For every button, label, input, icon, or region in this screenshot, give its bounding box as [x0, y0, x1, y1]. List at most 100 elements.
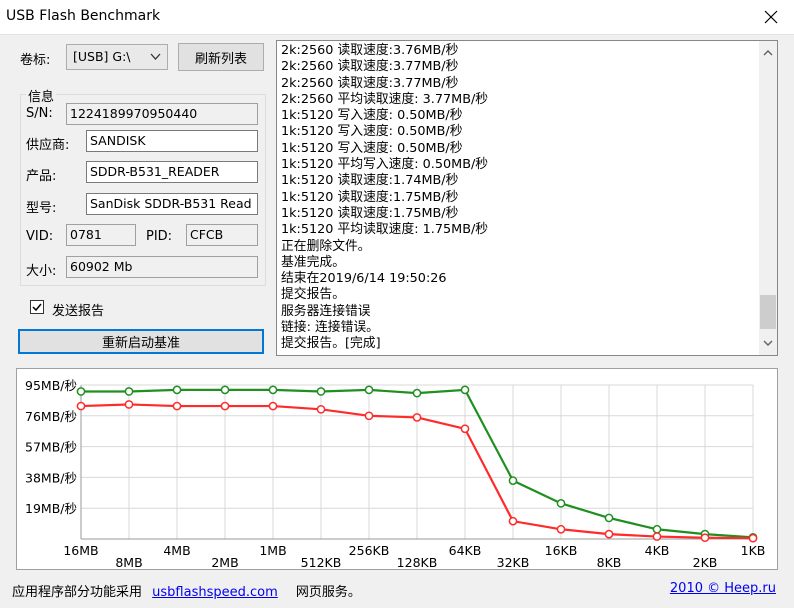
speed-chart: 95MB/秒 76MB/秒 57MB/秒 38MB/秒 19MB/秒 16MB 8MB 4MB… — [16, 368, 778, 570]
chevron-down-icon — [150, 53, 161, 60]
data-point — [700, 533, 710, 543]
x-tick-label: 2KB — [693, 555, 718, 569]
data-point — [556, 524, 566, 534]
footer-text: 应用程序部分功能采用 — [12, 585, 143, 600]
log-line: 服务器连接错误 — [281, 303, 371, 319]
x-tick-label: 256KB — [349, 543, 390, 558]
window-title: USB Flash Benchmark — [6, 8, 161, 24]
model-field[interactable]: SanDisk SDDR-B531 Read — [86, 193, 258, 215]
log-line: 提交报告。 — [281, 287, 345, 303]
x-tick-label: 128KB — [397, 555, 438, 569]
log-line: 1k:5120 平均写入速度: 0.50MB/秒 — [281, 157, 489, 173]
log-line: 2k:2560 读取速度:3.77MB/秒 — [281, 59, 459, 75]
product-label: 产品: — [26, 169, 57, 184]
size-label: 大小: — [26, 264, 57, 279]
log-line: 2k:2560 读取速度:3.76MB/秒 — [281, 43, 459, 58]
scroll-down-icon[interactable] — [762, 337, 774, 349]
data-point — [316, 404, 326, 414]
title-bar: USB Flash Benchmark — [0, 0, 794, 35]
model-label: 型号: — [26, 201, 57, 216]
volume-select-value: [USB] G:\ — [73, 49, 131, 64]
volume-label: 卷标: — [20, 53, 51, 68]
vid-field: 0781 — [66, 224, 136, 246]
data-point — [412, 388, 422, 398]
y-tick-label: 57MB/秒 — [25, 440, 77, 455]
sn-field: 1224189970950440 — [66, 103, 258, 125]
data-point — [220, 385, 230, 395]
data-point — [460, 424, 470, 434]
log-line: 1k:5120 平均读取速度: 1.75MB/秒 — [281, 222, 489, 238]
data-point — [172, 401, 182, 411]
data-point — [268, 385, 278, 395]
refresh-list-button[interactable]: 刷新列表 — [178, 43, 264, 71]
scroll-up-icon[interactable] — [762, 47, 774, 59]
checkmark-icon — [32, 303, 42, 312]
x-tick-label: 4KB — [645, 543, 670, 558]
data-point — [556, 498, 566, 508]
log-line: 1k:5120 读取速度:1.75MB/秒 — [281, 205, 459, 221]
data-point — [364, 385, 374, 395]
x-tick-label: 4MB — [163, 543, 190, 558]
pid-field: CFCB — [186, 224, 258, 246]
x-tick-label: 16KB — [545, 543, 578, 558]
log-line: 提交报告。[完成] — [281, 336, 381, 352]
data-point — [748, 533, 758, 543]
log-line: 结束在2019/6/14 19:50:26 — [281, 271, 447, 287]
data-point — [508, 476, 518, 485]
data-point — [364, 411, 374, 421]
data-point — [124, 387, 134, 396]
log-line: 链接: 连接错误。 — [281, 320, 379, 336]
sn-label: S/N: — [26, 106, 53, 121]
data-point — [268, 401, 278, 411]
data-point — [172, 385, 182, 395]
log-line: 1k:5120 写入速度: 0.50MB/秒 — [281, 140, 463, 156]
close-button[interactable] — [748, 0, 794, 34]
x-tick-label: 512KB — [301, 555, 342, 569]
data-point — [220, 401, 230, 411]
log-line: 2k:2560 读取速度:3.77MB/秒 — [281, 75, 459, 91]
volume-select[interactable]: [USB] G:\ — [66, 44, 168, 70]
log-line: 1k:5120 写入速度: 0.50MB/秒 — [281, 124, 463, 140]
x-tick-label: 16MB — [63, 543, 98, 558]
vid-label: VID: — [26, 229, 54, 244]
data-point — [76, 401, 86, 411]
data-point — [76, 387, 86, 396]
data-point — [652, 532, 662, 541]
x-tick-label: 1KB — [741, 543, 766, 558]
info-group-title: 信息 — [26, 86, 57, 105]
copyright-link[interactable]: 2010 © Heep.ru — [670, 581, 776, 596]
data-point — [412, 413, 422, 422]
x-tick-label: 32KB — [497, 555, 530, 569]
log-line: 2k:2560 平均读取速度: 3.77MB/秒 — [281, 91, 489, 107]
log-line: 正在删除文件。 — [281, 238, 371, 254]
y-tick-label: 95MB/秒 — [25, 378, 77, 393]
size-field: 60902 Mb — [66, 256, 258, 278]
y-tick-label: 19MB/秒 — [25, 501, 77, 516]
log-line: 1k:5120 读取速度:1.74MB/秒 — [281, 173, 459, 189]
close-icon — [764, 10, 778, 24]
restart-benchmark-button[interactable]: 重新启动基准 — [18, 329, 264, 354]
y-tick-label: 38MB/秒 — [25, 470, 77, 485]
log-line: 1k:5120 写入速度: 0.50MB/秒 — [281, 108, 463, 124]
data-point — [604, 529, 614, 539]
data-point — [508, 516, 518, 526]
send-report-label[interactable]: 发送报告 — [52, 300, 104, 319]
send-report-checkbox[interactable] — [30, 300, 44, 314]
vendor-field[interactable]: SANDISK — [86, 130, 258, 152]
log-lines: 2k:2560 读取速度:3.76MB/秒 2k:2560 读取速度:3.77MB… — [281, 43, 488, 353]
log-box[interactable]: 2k:2560 读取速度:3.76MB/秒 2k:2560 读取速度:3.77MB… — [276, 40, 778, 356]
x-tick-label: 8KB — [597, 555, 622, 569]
log-scrollbar[interactable] — [759, 41, 777, 355]
log-line: 1k:5120 读取速度:1.75MB/秒 — [281, 189, 459, 205]
data-point — [124, 400, 134, 409]
scroll-thumb[interactable] — [760, 295, 776, 329]
data-point — [316, 387, 326, 396]
x-tick-label: 2MB — [211, 555, 238, 569]
product-field[interactable]: SDDR-B531_READER — [86, 161, 258, 183]
footer-link[interactable]: usbflashspeed.com — [152, 585, 278, 600]
footer: 应用程序部分功能采用 usbflashspeed.com 网页服务。 — [12, 581, 361, 600]
footer-text-end: 网页服务。 — [295, 585, 361, 600]
vendor-label: 供应商: — [26, 138, 70, 153]
x-tick-label: 8MB — [115, 555, 142, 569]
data-point — [604, 513, 614, 523]
